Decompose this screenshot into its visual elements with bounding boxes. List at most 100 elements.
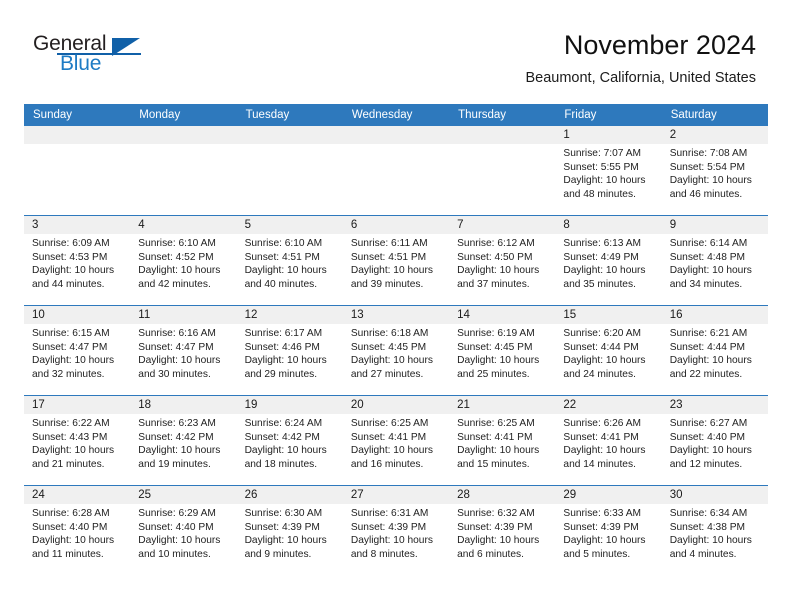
day-cell-inner xyxy=(236,126,343,215)
sunrise-text: Sunrise: 6:18 AM xyxy=(350,328,429,339)
calendar-day-cell[interactable]: 4 Sunrise: 6:10 AM Sunset: 4:52 PM Daylight… xyxy=(130,215,237,306)
day-cell-inner: 27 Sunrise: 6:31 AM Sunset: 4:39 PM Dayligh… xyxy=(342,486,450,575)
calendar-day-cell[interactable]: 26 Sunrise: 6:30 AM Sunset: 4:39 PM Dayligh… xyxy=(236,485,343,575)
sunset-text: Sunset: 4:41 PM xyxy=(563,431,639,443)
sunrise-text: Sunrise: 6:25 AM xyxy=(457,418,535,429)
daylight-text-cont: and 21 minutes. xyxy=(32,458,105,470)
calendar-day-cell[interactable]: 6 Sunrise: 6:11 AM Sunset: 4:51 PM Daylight… xyxy=(342,215,450,306)
calendar-day-cell[interactable]: 13 Sunrise: 6:18 AM Sunset: 4:45 PM Dayligh… xyxy=(342,305,450,396)
daylight-text: Daylight: 10 hours xyxy=(244,445,327,457)
day-cell-inner: 7 Sunrise: 6:12 AM Sunset: 4:50 PM Daylight… xyxy=(449,216,556,305)
daylight-text: Daylight: 10 hours xyxy=(563,175,646,187)
day-details: Sunrise: 6:12 AM Sunset: 4:50 PM Daylight:… xyxy=(449,234,555,291)
daylight-text: Daylight: 10 hours xyxy=(669,535,752,547)
calendar-day-cell[interactable]: 22 Sunrise: 6:26 AM Sunset: 4:41 PM Dayligh… xyxy=(555,395,662,486)
daylight-text-cont: and 35 minutes. xyxy=(563,278,636,290)
calendar-day-cell[interactable]: 2 Sunrise: 7:08 AM Sunset: 5:54 PM Daylight… xyxy=(661,126,768,216)
calendar-day-cell[interactable]: 29 Sunrise: 6:33 AM Sunset: 4:39 PM Dayligh… xyxy=(555,485,662,575)
day-cell-inner: 2 Sunrise: 7:08 AM Sunset: 5:54 PM Daylight… xyxy=(661,126,768,215)
calendar-day-cell[interactable]: 5 Sunrise: 6:10 AM Sunset: 4:51 PM Daylight… xyxy=(236,215,343,306)
day-details: Sunrise: 6:26 AM Sunset: 4:41 PM Daylight:… xyxy=(555,414,661,471)
day-details: Sunrise: 6:13 AM Sunset: 4:49 PM Daylight:… xyxy=(555,234,661,291)
calendar-day-cell[interactable]: 9 Sunrise: 6:14 AM Sunset: 4:48 PM Daylight… xyxy=(661,215,768,306)
day-cell-inner: 21 Sunrise: 6:25 AM Sunset: 4:41 PM Dayligh… xyxy=(449,396,556,485)
daylight-text: Daylight: 10 hours xyxy=(350,265,433,277)
day-number: 26 xyxy=(236,486,343,504)
sunrise-text: Sunrise: 6:31 AM xyxy=(350,508,429,519)
day-number: 6 xyxy=(342,216,450,234)
daylight-text-cont: and 39 minutes. xyxy=(350,278,424,290)
calendar-day-cell[interactable]: 30 Sunrise: 6:34 AM Sunset: 4:38 PM Dayligh… xyxy=(661,485,768,575)
calendar-day-cell[interactable]: 11 Sunrise: 6:16 AM Sunset: 4:47 PM Dayligh… xyxy=(130,305,237,396)
daylight-text: Daylight: 10 hours xyxy=(669,445,752,457)
calendar-day-cell[interactable]: 7 Sunrise: 6:12 AM Sunset: 4:50 PM Daylight… xyxy=(449,215,556,306)
daylight-text-cont: and 4 minutes. xyxy=(669,548,737,560)
sunrise-text: Sunrise: 6:13 AM xyxy=(563,238,641,249)
day-number: 7 xyxy=(449,216,556,234)
day-number: 14 xyxy=(449,306,556,324)
calendar-day-cell[interactable]: 17 Sunrise: 6:22 AM Sunset: 4:43 PM Dayligh… xyxy=(24,395,131,486)
calendar-day-cell[interactable]: 23 Sunrise: 6:27 AM Sunset: 4:40 PM Dayligh… xyxy=(661,395,768,486)
daylight-text: Daylight: 10 hours xyxy=(32,355,115,367)
daylight-text-cont: and 12 minutes. xyxy=(669,458,743,470)
sunset-text: Sunset: 4:49 PM xyxy=(563,251,639,263)
calendar-day-cell[interactable]: 21 Sunrise: 6:25 AM Sunset: 4:41 PM Dayligh… xyxy=(449,395,556,486)
day-cell-inner: 17 Sunrise: 6:22 AM Sunset: 4:43 PM Dayligh… xyxy=(24,396,131,485)
daylight-text-cont: and 9 minutes. xyxy=(244,548,312,560)
daylight-text-cont: and 34 minutes. xyxy=(669,278,743,290)
sunrise-text: Sunrise: 6:23 AM xyxy=(138,418,216,429)
daylight-text: Daylight: 10 hours xyxy=(138,355,221,367)
general-blue-logo[interactable]: General Blue xyxy=(33,33,153,79)
calendar-day-cell[interactable]: 24 Sunrise: 6:28 AM Sunset: 4:40 PM Dayligh… xyxy=(24,485,131,575)
calendar-day-cell[interactable]: 12 Sunrise: 6:17 AM Sunset: 4:46 PM Dayligh… xyxy=(236,305,343,396)
daylight-text-cont: and 40 minutes. xyxy=(244,278,318,290)
daylight-text: Daylight: 10 hours xyxy=(669,175,752,187)
daylight-text-cont: and 16 minutes. xyxy=(350,458,424,470)
day-number: 1 xyxy=(555,126,662,144)
sunrise-text: Sunrise: 6:34 AM xyxy=(669,508,748,519)
calendar-day-cell[interactable]: 1 Sunrise: 7:07 AM Sunset: 5:55 PM Daylight… xyxy=(555,126,662,216)
calendar-day-cell[interactable]: 10 Sunrise: 6:15 AM Sunset: 4:47 PM Dayligh… xyxy=(24,305,131,396)
day-number: 30 xyxy=(661,486,768,504)
day-cell-inner: 29 Sunrise: 6:33 AM Sunset: 4:39 PM Dayligh… xyxy=(555,486,662,575)
day-cell-inner: 28 Sunrise: 6:32 AM Sunset: 4:39 PM Dayligh… xyxy=(449,486,556,575)
daylight-text-cont: and 30 minutes. xyxy=(138,368,211,380)
sunset-text: Sunset: 5:55 PM xyxy=(563,161,639,173)
daylight-text-cont: and 6 minutes. xyxy=(457,548,524,560)
sunrise-text: Sunrise: 7:08 AM xyxy=(669,148,748,159)
day-cell-inner: 12 Sunrise: 6:17 AM Sunset: 4:46 PM Dayligh… xyxy=(236,306,343,395)
logo-text-general: General xyxy=(33,32,107,55)
daylight-text: Daylight: 10 hours xyxy=(350,535,433,547)
calendar-day-cell[interactable]: 19 Sunrise: 6:24 AM Sunset: 4:42 PM Dayligh… xyxy=(236,395,343,486)
day-cell-inner: 14 Sunrise: 6:19 AM Sunset: 4:45 PM Dayligh… xyxy=(449,306,556,395)
daylight-text: Daylight: 10 hours xyxy=(563,355,646,367)
day-details: Sunrise: 6:14 AM Sunset: 4:48 PM Daylight:… xyxy=(662,234,768,291)
calendar-day-cell[interactable]: 8 Sunrise: 6:13 AM Sunset: 4:49 PM Daylight… xyxy=(555,215,662,306)
day-number: 18 xyxy=(130,396,237,414)
day-details: Sunrise: 6:11 AM Sunset: 4:51 PM Daylight:… xyxy=(343,234,449,291)
day-cell-inner: 6 Sunrise: 6:11 AM Sunset: 4:51 PM Daylight… xyxy=(342,216,450,305)
calendar-day-cell[interactable]: 14 Sunrise: 6:19 AM Sunset: 4:45 PM Dayligh… xyxy=(449,305,556,396)
day-details: Sunrise: 6:28 AM Sunset: 4:40 PM Daylight:… xyxy=(24,504,130,561)
day-details: Sunrise: 6:24 AM Sunset: 4:42 PM Daylight:… xyxy=(237,414,343,471)
day-details: Sunrise: 6:09 AM Sunset: 4:53 PM Daylight:… xyxy=(24,234,130,291)
calendar-day-cell[interactable]: 16 Sunrise: 6:21 AM Sunset: 4:44 PM Dayligh… xyxy=(661,305,768,396)
calendar-day-cell[interactable]: 20 Sunrise: 6:25 AM Sunset: 4:41 PM Dayligh… xyxy=(342,395,450,486)
calendar-day-cell[interactable]: 28 Sunrise: 6:32 AM Sunset: 4:39 PM Dayligh… xyxy=(449,485,556,575)
daylight-text: Daylight: 10 hours xyxy=(669,355,752,367)
day-cell-inner: 1 Sunrise: 7:07 AM Sunset: 5:55 PM Daylight… xyxy=(555,126,662,215)
sunset-text: Sunset: 4:47 PM xyxy=(32,341,108,353)
day-details: Sunrise: 6:10 AM Sunset: 4:52 PM Daylight:… xyxy=(130,234,236,291)
calendar-day-cell[interactable]: 27 Sunrise: 6:31 AM Sunset: 4:39 PM Dayligh… xyxy=(342,485,450,575)
calendar-day-cell[interactable]: 3 Sunrise: 6:09 AM Sunset: 4:53 PM Daylight… xyxy=(24,215,131,306)
calendar-day-cell[interactable]: 25 Sunrise: 6:29 AM Sunset: 4:40 PM Dayligh… xyxy=(130,485,237,575)
sunrise-text: Sunrise: 6:20 AM xyxy=(563,328,641,339)
day-details: Sunrise: 6:33 AM Sunset: 4:39 PM Daylight:… xyxy=(555,504,661,561)
sunset-text: Sunset: 4:39 PM xyxy=(563,521,639,533)
sunset-text: Sunset: 4:42 PM xyxy=(138,431,214,443)
calendar-day-cell[interactable]: 18 Sunrise: 6:23 AM Sunset: 4:42 PM Dayligh… xyxy=(130,395,237,486)
daylight-text: Daylight: 10 hours xyxy=(563,445,646,457)
daylight-text-cont: and 11 minutes. xyxy=(32,548,104,560)
sunset-text: Sunset: 4:39 PM xyxy=(350,521,427,533)
calendar-day-cell[interactable]: 15 Sunrise: 6:20 AM Sunset: 4:44 PM Dayligh… xyxy=(555,305,662,396)
